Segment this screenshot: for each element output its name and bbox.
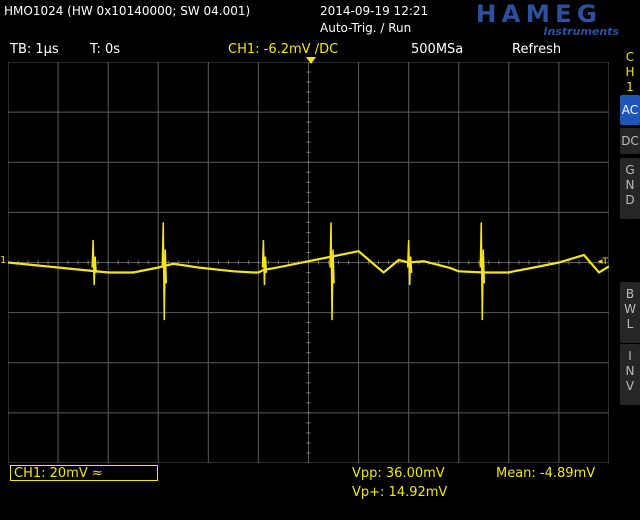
ground-marker-label: 1 <box>0 255 7 266</box>
vp-plus-measurement: Vp+: 14.92mV <box>352 485 448 500</box>
trigger-time[interactable]: T: 0s <box>90 42 120 57</box>
trigger-level-marker: ◂T <box>598 257 608 267</box>
menu-letter: N <box>625 364 635 378</box>
hameg-logo: HAMEG Instruments <box>449 0 629 39</box>
menu-letter: D <box>625 193 635 207</box>
logo-subtitle: Instruments <box>543 25 619 38</box>
menu-letter: H <box>625 65 635 79</box>
channel-scale-box[interactable]: CH1: 20mV ≈ <box>10 465 158 481</box>
menu-channel-label: CH1 <box>620 50 640 95</box>
menu-letter: L <box>626 317 634 331</box>
scope-display <box>8 62 609 463</box>
menu-letter: V <box>625 379 635 393</box>
menu-letter: B <box>625 287 635 301</box>
trigger-status: Auto-Trig. / Run <box>320 21 412 35</box>
menu-letter: 1 <box>626 80 634 94</box>
menu-letter: W <box>624 302 636 316</box>
invert-button[interactable]: INV <box>620 344 640 405</box>
acquisition-mode[interactable]: Refresh <box>512 42 561 57</box>
vpp-measurement: Vpp: 36.00mV <box>352 466 445 481</box>
sample-rate: 500MSa <box>411 42 464 57</box>
channel-setting[interactable]: CH1: -6.2mV /DC <box>228 42 338 57</box>
timebase[interactable]: TB: 1µs <box>10 42 59 57</box>
menu-letter: C <box>625 50 635 64</box>
datetime: 2014-09-19 12:21 <box>320 4 429 18</box>
bandwidth-limit-button[interactable]: BWL <box>620 282 640 343</box>
menu-letter: N <box>625 178 635 192</box>
menu-letter: G <box>625 163 635 177</box>
mean-measurement: Mean: -4.89mV <box>496 466 596 481</box>
trigger-level-label: T <box>602 257 609 267</box>
coupling-gnd-button[interactable]: GND <box>620 158 640 219</box>
menu-letter: I <box>628 349 632 363</box>
trigger-position-icon <box>306 57 316 64</box>
device-info: HMO1024 (HW 0x10140000; SW 04.001) <box>4 4 251 18</box>
logo-text: HAMEG <box>475 0 603 28</box>
coupling-ac-button[interactable]: AC <box>620 95 640 125</box>
coupling-dc-button[interactable]: DC <box>620 128 640 154</box>
ground-marker: 1 <box>0 255 6 266</box>
